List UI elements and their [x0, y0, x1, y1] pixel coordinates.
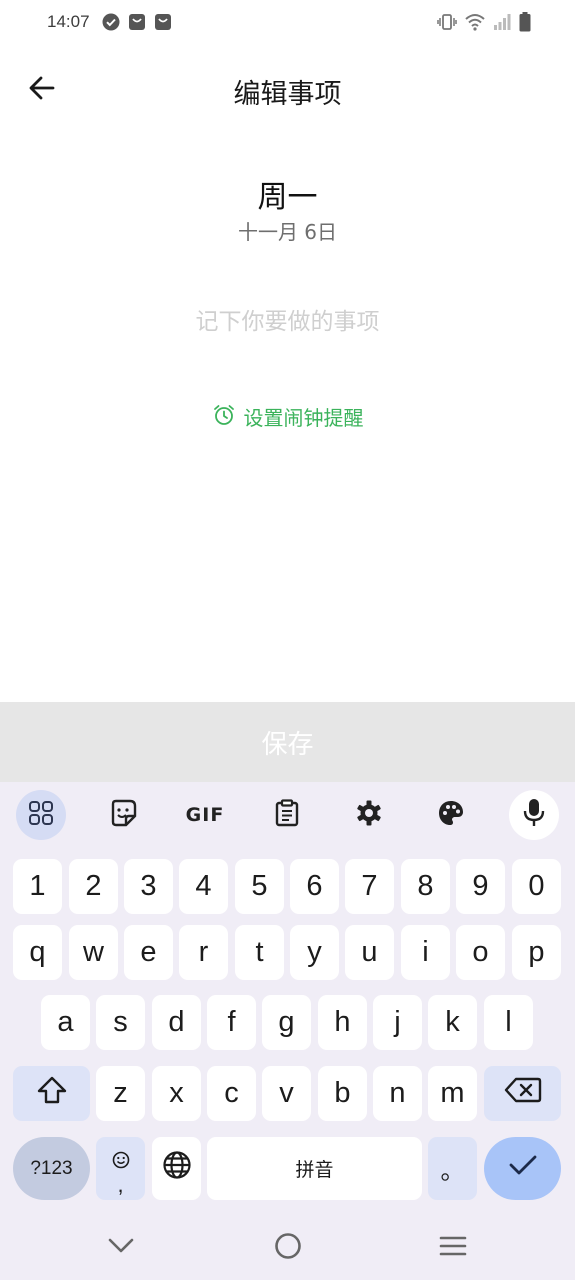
backspace-key[interactable] — [484, 1066, 561, 1121]
microphone-icon — [522, 798, 546, 832]
period-key[interactable]: 。 — [428, 1137, 477, 1200]
enter-key[interactable] — [484, 1137, 561, 1200]
voice-input-button[interactable] — [509, 790, 559, 840]
check-circle-icon — [102, 13, 120, 31]
key-i[interactable]: i — [401, 925, 450, 980]
key-3[interactable]: 3 — [124, 859, 173, 914]
key-u[interactable]: u — [345, 925, 394, 980]
vibrate-icon — [437, 13, 457, 35]
gif-icon: GIF — [185, 804, 225, 826]
language-key[interactable] — [152, 1137, 201, 1200]
key-a[interactable]: a — [41, 995, 90, 1050]
status-notifications — [102, 13, 172, 31]
nav-recents-menu-icon — [439, 1235, 467, 1261]
key-z[interactable]: z — [96, 1066, 145, 1121]
key-p[interactable]: p — [512, 925, 561, 980]
wifi-icon — [465, 13, 485, 35]
key-x[interactable]: x — [152, 1066, 201, 1121]
key-q[interactable]: q — [13, 925, 62, 980]
battery-icon — [519, 12, 531, 36]
key-g[interactable]: g — [262, 995, 311, 1050]
set-alarm-button[interactable]: 设置闹钟提醒 — [0, 402, 575, 431]
nav-home-button[interactable] — [266, 1228, 310, 1268]
soft-keyboard: GIF 1 2 3 4 5 6 7 8 9 0 q w e r t y u i … — [0, 782, 575, 1216]
alarm-clock-icon — [212, 403, 236, 431]
sticker-button[interactable] — [98, 790, 148, 840]
system-nav-bar — [0, 1216, 575, 1280]
nav-back-button[interactable] — [99, 1228, 143, 1268]
key-w[interactable]: w — [69, 925, 118, 980]
key-0[interactable]: 0 — [512, 859, 561, 914]
key-8[interactable]: 8 — [401, 859, 450, 914]
key-4[interactable]: 4 — [179, 859, 228, 914]
key-f[interactable]: f — [207, 995, 256, 1050]
gif-button[interactable]: GIF — [180, 790, 230, 840]
key-6[interactable]: 6 — [290, 859, 339, 914]
key-9[interactable]: 9 — [456, 859, 505, 914]
set-alarm-label: 设置闹钟提醒 — [243, 406, 364, 430]
palette-icon — [437, 799, 465, 831]
key-o[interactable]: o — [456, 925, 505, 980]
keyboard-apps-button[interactable] — [16, 790, 66, 840]
notification-bag-icon — [154, 13, 172, 31]
key-m[interactable]: m — [428, 1066, 477, 1121]
globe-icon — [162, 1150, 192, 1188]
clipboard-button[interactable] — [262, 790, 312, 840]
theme-button[interactable] — [426, 790, 476, 840]
nav-back-chevron-icon — [108, 1238, 134, 1258]
key-s[interactable]: s — [96, 995, 145, 1050]
emoji-comma-key[interactable]: , — [96, 1137, 145, 1200]
key-h[interactable]: h — [318, 995, 367, 1050]
status-system-icons — [437, 12, 531, 36]
key-n[interactable]: n — [373, 1066, 422, 1121]
save-label: 保存 — [261, 729, 314, 760]
shift-key[interactable] — [13, 1066, 90, 1121]
backspace-icon — [504, 1076, 542, 1112]
key-2[interactable]: 2 — [69, 859, 118, 914]
status-time: 14:07 — [47, 12, 90, 31]
key-1[interactable]: 1 — [13, 859, 62, 914]
key-t[interactable]: t — [235, 925, 284, 980]
key-c[interactable]: c — [207, 1066, 256, 1121]
save-button[interactable]: 保存 — [0, 702, 575, 782]
key-k[interactable]: k — [428, 995, 477, 1050]
comma-label: , — [117, 1172, 124, 1197]
nav-home-circle-icon — [274, 1232, 302, 1264]
sticker-icon — [109, 799, 137, 831]
date-label: 十一月 6日 — [237, 220, 338, 244]
key-d[interactable]: d — [152, 995, 201, 1050]
top-app-bar: 编辑事项 — [0, 60, 575, 120]
key-b[interactable]: b — [318, 1066, 367, 1121]
notification-bag-icon — [128, 13, 146, 31]
apps-grid-icon — [28, 800, 54, 830]
key-l[interactable]: l — [484, 995, 533, 1050]
nav-recents-button[interactable] — [431, 1228, 475, 1268]
symbols-key[interactable]: ?123 — [13, 1137, 90, 1200]
key-v[interactable]: v — [262, 1066, 311, 1121]
todo-input[interactable] — [80, 300, 495, 344]
key-5[interactable]: 5 — [235, 859, 284, 914]
weekday-label: 周一 — [257, 180, 318, 215]
key-e[interactable]: e — [124, 925, 173, 980]
shift-arrow-icon — [36, 1075, 68, 1113]
key-r[interactable]: r — [179, 925, 228, 980]
clipboard-icon — [274, 799, 300, 831]
page-title: 编辑事项 — [233, 79, 342, 110]
key-j[interactable]: j — [373, 995, 422, 1050]
keyboard-toolbar: GIF — [0, 782, 575, 846]
settings-gear-icon — [355, 799, 383, 831]
space-key[interactable]: 拼音 — [207, 1137, 422, 1200]
checkmark-icon — [508, 1152, 538, 1185]
status-bar: 14:07 — [0, 0, 575, 46]
key-7[interactable]: 7 — [345, 859, 394, 914]
signal-icon — [493, 13, 511, 35]
keyboard-settings-button[interactable] — [344, 790, 394, 840]
key-y[interactable]: y — [290, 925, 339, 980]
